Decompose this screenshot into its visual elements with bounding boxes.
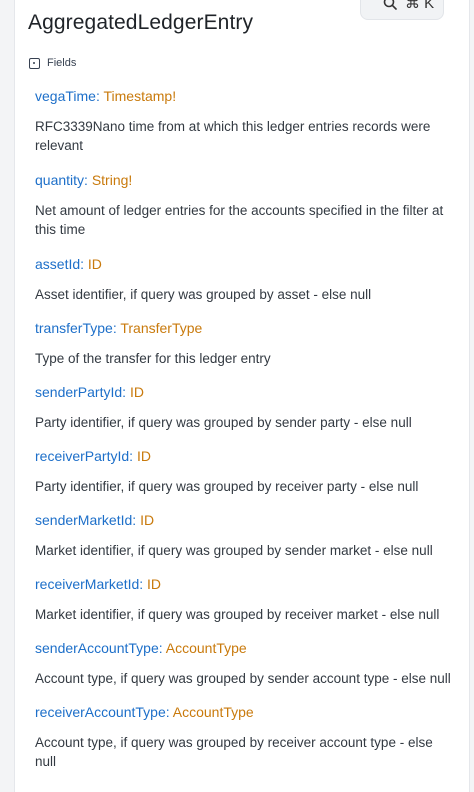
field-signature: senderMarketId: ID bbox=[35, 512, 155, 528]
fields-label: Fields bbox=[47, 57, 77, 69]
field-name[interactable]: assetId bbox=[35, 256, 80, 272]
field-signature: receiverAccountType: AccountType bbox=[35, 704, 254, 720]
field-signature: senderAccountType: AccountType bbox=[35, 640, 247, 656]
field-description: RFC3339Nano time from at which this ledg… bbox=[35, 119, 431, 153]
page-title: AggregatedLedgerEntry bbox=[28, 11, 254, 34]
field-type[interactable]: ID bbox=[130, 384, 144, 400]
field-description: Market identifier, if query was grouped … bbox=[35, 543, 433, 558]
field-type[interactable]: ID bbox=[88, 256, 102, 272]
field-name[interactable]: quantity bbox=[35, 172, 84, 188]
field-name[interactable]: senderPartyId bbox=[35, 384, 122, 400]
field-item: receiverMarketId: ID Market identifier, … bbox=[35, 575, 455, 624]
field-signature: assetId: ID bbox=[35, 256, 102, 272]
field-signature: senderPartyId: ID bbox=[35, 384, 144, 400]
fields-icon bbox=[29, 57, 40, 69]
field-item: quantity: String! Net amount of ledger e… bbox=[35, 171, 455, 239]
field-item: vegaTime: Timestamp! RFC3339Nano time fr… bbox=[35, 87, 455, 155]
field-name[interactable]: senderMarketId bbox=[35, 512, 132, 528]
field-type[interactable]: ID bbox=[140, 512, 154, 528]
field-item: assetId: ID Asset identifier, if query w… bbox=[35, 255, 455, 304]
search-button[interactable]: ⌘ K bbox=[360, 0, 444, 20]
non-null-marker: ! bbox=[172, 88, 177, 104]
field-item: transferType: TransferType Type of the t… bbox=[35, 319, 455, 368]
field-type[interactable]: AccountType bbox=[166, 640, 247, 656]
field-description: Party identifier, if query was grouped b… bbox=[35, 415, 412, 430]
field-item: senderMarketId: ID Market identifier, if… bbox=[35, 511, 455, 560]
field-item: senderAccountType: AccountType Account t… bbox=[35, 639, 455, 688]
field-name[interactable]: transferType bbox=[35, 320, 113, 336]
field-name[interactable]: senderAccountType bbox=[35, 640, 159, 656]
field-description: Account type, if query was grouped by se… bbox=[35, 671, 451, 686]
non-null-marker: ! bbox=[128, 172, 133, 188]
field-description: Net amount of ledger entries for the acc… bbox=[35, 203, 444, 237]
search-icon bbox=[383, 0, 397, 10]
field-description: Party identifier, if query was grouped b… bbox=[35, 479, 419, 494]
field-item: senderPartyId: ID Party identifier, if q… bbox=[35, 383, 455, 432]
field-name[interactable]: receiverPartyId bbox=[35, 448, 129, 464]
fields-header: Fields bbox=[29, 57, 76, 69]
field-signature: transferType: TransferType bbox=[35, 320, 203, 336]
field-type[interactable]: TransferType bbox=[120, 320, 202, 336]
field-type[interactable]: AccountType bbox=[173, 704, 254, 720]
field-signature: receiverPartyId: ID bbox=[35, 448, 151, 464]
field-name[interactable]: receiverAccountType bbox=[35, 704, 166, 720]
field-description: Type of the transfer for this ledger ent… bbox=[35, 351, 271, 366]
field-item: receiverPartyId: ID Party identifier, if… bbox=[35, 447, 455, 496]
field-description: Market identifier, if query was grouped … bbox=[35, 607, 440, 622]
field-name[interactable]: vegaTime bbox=[35, 88, 96, 104]
search-shortcut: ⌘ K bbox=[405, 0, 435, 12]
field-description: Asset identifier, if query was grouped b… bbox=[35, 287, 372, 302]
field-type[interactable]: ID bbox=[137, 448, 151, 464]
field-item: receiverAccountType: AccountType Account… bbox=[35, 703, 455, 771]
field-type[interactable]: Timestamp bbox=[103, 88, 172, 104]
field-signature: receiverMarketId: ID bbox=[35, 576, 162, 592]
field-signature: quantity: String! bbox=[35, 172, 133, 188]
field-description: Account type, if query was grouped by re… bbox=[35, 735, 433, 769]
field-type[interactable]: ID bbox=[147, 576, 161, 592]
field-name[interactable]: receiverMarketId bbox=[35, 576, 139, 592]
field-type[interactable]: String bbox=[92, 172, 129, 188]
field-signature: vegaTime: Timestamp! bbox=[35, 88, 177, 104]
